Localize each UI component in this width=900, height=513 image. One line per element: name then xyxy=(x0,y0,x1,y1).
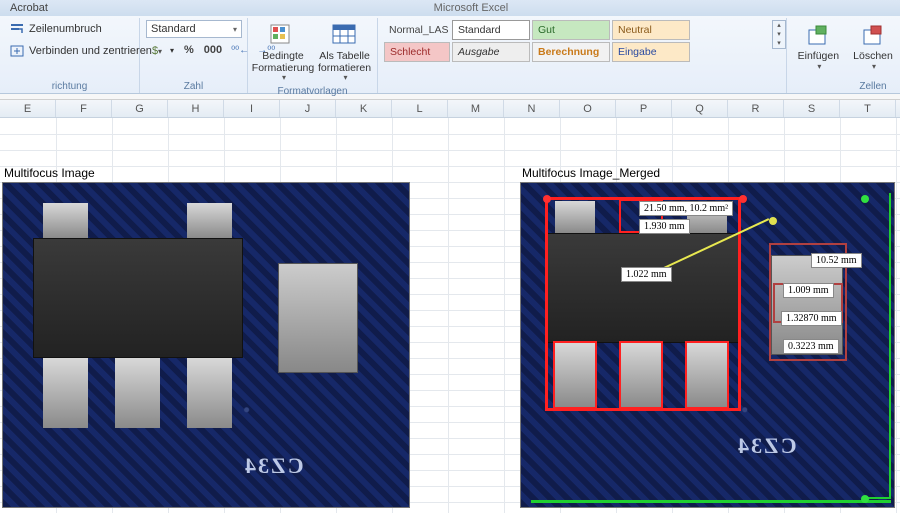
group-number: Standard ▾ $▾ % 000 ⁰⁰← →⁰⁰ Zahl xyxy=(140,18,248,93)
embedded-image-left[interactable]: CZ34 xyxy=(2,182,410,508)
annotation-2: 1.930 mm xyxy=(639,219,690,234)
style-neutral[interactable]: Neutral xyxy=(612,20,690,40)
thousand-sep-button[interactable]: 000 xyxy=(200,41,226,59)
column-header[interactable]: I xyxy=(224,100,280,117)
percent-button[interactable]: % xyxy=(180,41,198,59)
column-header[interactable]: T xyxy=(840,100,896,117)
annotation-3: 1.022 mm xyxy=(621,267,672,282)
annotation-7: 0.3223 mm xyxy=(783,339,839,354)
merge-center-label: Verbinden und zentrieren xyxy=(29,45,152,57)
number-format-value: Standard xyxy=(151,23,196,35)
title-bar: Acrobat Microsoft Excel xyxy=(0,0,900,16)
column-header[interactable]: P xyxy=(616,100,672,117)
insert-icon xyxy=(804,22,832,50)
column-header[interactable]: J xyxy=(280,100,336,117)
group-label-number: Zahl xyxy=(146,80,241,93)
worksheet[interactable]: EFGHIJKLMNOPQRST Multifocus Image Multif… xyxy=(0,100,900,513)
thousand-icon: 000 xyxy=(204,44,222,56)
group-alignment: Zeilenumbruch Verbinden und zentrieren r… xyxy=(0,18,140,93)
window-title: Microsoft Excel xyxy=(434,2,509,14)
style-gallery-more[interactable]: ▴▾▾ xyxy=(772,20,786,49)
ribbon: Zeilenumbruch Verbinden und zentrieren r… xyxy=(0,16,900,94)
group-cells: Einfügen Löschen Format Zellen xyxy=(786,18,900,93)
conditional-formatting-icon xyxy=(269,22,297,50)
conditional-formatting-button[interactable]: Bedingte Formatierung xyxy=(254,20,312,85)
percent-icon: % xyxy=(184,44,194,56)
inc-decimal-icon: ⁰⁰← xyxy=(231,45,249,56)
annotation-6: 1.32870 mm xyxy=(781,311,842,326)
conditional-formatting-label: Bedingte Formatierung xyxy=(252,51,314,74)
style-schlecht[interactable]: Schlecht xyxy=(384,42,450,62)
merge-icon xyxy=(9,43,25,59)
wrap-text-icon xyxy=(9,21,25,37)
style-berechnung[interactable]: Berechnung xyxy=(532,42,610,62)
image-right-label: Multifocus Image_Merged xyxy=(522,166,660,180)
column-header[interactable]: H xyxy=(168,100,224,117)
style-standard[interactable]: Standard xyxy=(452,20,530,40)
format-as-table-label: Als Tabelle formatieren xyxy=(318,51,371,74)
style-gut[interactable]: Gut xyxy=(532,20,610,40)
style-normal-las[interactable]: Normal_LAS ... xyxy=(384,20,450,40)
currency-icon: $ xyxy=(150,42,166,58)
accounting-format-button[interactable]: $▾ xyxy=(146,41,178,59)
column-header[interactable]: F xyxy=(56,100,112,117)
number-format-combo[interactable]: Standard ▾ xyxy=(146,20,242,38)
format-as-table-button[interactable]: Als Tabelle formatieren xyxy=(316,20,373,85)
annotation-1: 21.50 mm, 10.2 mm² xyxy=(639,201,733,216)
insert-cells-label: Einfügen xyxy=(798,51,839,63)
column-header[interactable]: Q xyxy=(672,100,728,117)
group-label-cells: Zellen xyxy=(793,80,900,93)
annotation-5: 1.009 mm xyxy=(783,283,834,298)
style-eingabe[interactable]: Eingabe xyxy=(612,42,690,62)
group-cell-styles: Normal_LAS ... Standard Gut Neutral Schl… xyxy=(378,18,786,93)
column-header[interactable]: L xyxy=(392,100,448,117)
cell-style-gallery[interactable]: Normal_LAS ... Standard Gut Neutral Schl… xyxy=(384,20,770,62)
annotation-4: 10.52 mm xyxy=(811,253,862,268)
style-ausgabe[interactable]: Ausgabe xyxy=(452,42,530,62)
format-as-table-icon xyxy=(331,22,359,50)
image-left-label: Multifocus Image xyxy=(4,166,95,180)
column-header[interactable]: G xyxy=(112,100,168,117)
column-header[interactable]: R xyxy=(728,100,784,117)
insert-cells-button[interactable]: Einfügen xyxy=(793,20,844,73)
delete-icon xyxy=(859,22,887,50)
svg-text:$: $ xyxy=(152,45,158,56)
column-header[interactable]: O xyxy=(560,100,616,117)
delete-cells-button[interactable]: Löschen xyxy=(848,20,899,73)
embedded-image-right[interactable]: CZ34 21.50 mm, 10.2 mm² 1.930 mm xyxy=(520,182,895,508)
group-label-alignment: richtung xyxy=(6,80,133,93)
tab-acrobat[interactable]: Acrobat xyxy=(10,2,48,14)
sheet-body[interactable]: Multifocus Image Multifocus Image_Merged… xyxy=(0,118,900,513)
column-header[interactable]: K xyxy=(336,100,392,117)
column-header[interactable]: N xyxy=(504,100,560,117)
column-header[interactable]: M xyxy=(448,100,504,117)
group-label-styles: Formatvorlagen xyxy=(254,85,371,98)
delete-cells-label: Löschen xyxy=(853,51,893,63)
column-header[interactable]: E xyxy=(0,100,56,117)
column-header[interactable]: S xyxy=(784,100,840,117)
group-styles-buttons: Bedingte Formatierung Als Tabelle format… xyxy=(248,18,378,93)
column-headers[interactable]: EFGHIJKLMNOPQRST xyxy=(0,100,900,118)
wrap-text-label: Zeilenumbruch xyxy=(29,23,102,35)
